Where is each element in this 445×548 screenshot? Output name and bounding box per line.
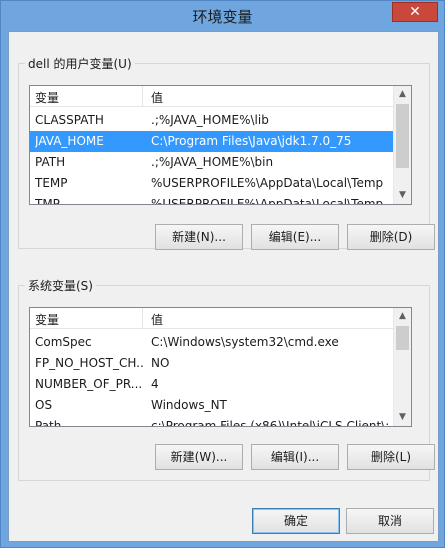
column-header-variable[interactable]: 变量	[35, 89, 59, 106]
system-variables-list[interactable]: 变量 值 ComSpec C:\Windows\system32\cmd.exe…	[29, 307, 412, 427]
variable-value: c:\Program Files (x86)\Intel\iCLS Client…	[151, 419, 395, 427]
scroll-up-arrow-icon[interactable]: ▲	[394, 86, 411, 103]
variable-name: NUMBER_OF_PR...	[35, 377, 143, 391]
list-item[interactable]: Path c:\Program Files (x86)\Intel\iCLS C…	[30, 416, 395, 427]
variable-value: .;%JAVA_HOME%\lib	[151, 113, 269, 127]
ok-button[interactable]: 确定	[252, 508, 340, 534]
list-item[interactable]: OS Windows_NT	[30, 395, 395, 416]
user-delete-button[interactable]: 删除(D)	[347, 224, 435, 250]
column-separator[interactable]	[142, 86, 143, 106]
variable-value: %USERPROFILE%\AppData\Local\Temp	[151, 176, 384, 190]
vertical-scrollbar[interactable]: ▲ ▼	[393, 86, 411, 204]
user-edit-button[interactable]: 编辑(E)...	[251, 224, 339, 250]
list-item-selected[interactable]: JAVA_HOME C:\Program Files\Java\jdk1.7.0…	[30, 131, 395, 152]
variable-name: ComSpec	[35, 335, 92, 349]
variable-name: Path	[35, 419, 62, 427]
list-item[interactable]: TMP %USERPROFILE%\AppData\Local\Temp	[30, 194, 395, 205]
list-item[interactable]: FP_NO_HOST_CH... NO	[30, 353, 395, 374]
close-button[interactable]: ✕	[392, 2, 438, 22]
variable-value: Windows_NT	[151, 398, 227, 412]
scroll-up-arrow-icon[interactable]: ▲	[394, 308, 411, 325]
cancel-button[interactable]: 取消	[346, 508, 434, 534]
system-delete-button[interactable]: 删除(L)	[347, 444, 435, 470]
system-variables-header: 变量 值	[30, 308, 395, 329]
system-edit-button[interactable]: 编辑(I)...	[251, 444, 339, 470]
variable-value: NO	[151, 356, 170, 370]
list-item[interactable]: TEMP %USERPROFILE%\AppData\Local\Temp	[30, 173, 395, 194]
variable-name: OS	[35, 398, 53, 412]
system-variables-group: 系统变量(S) 变量 值 ComSpec C:\Windows\system32…	[18, 277, 435, 481]
variable-name: JAVA_HOME	[35, 134, 104, 148]
dialog-client-area: dell 的用户变量(U) 变量 值 CLASSPATH .;%JAVA_HOM…	[8, 31, 439, 542]
user-variables-header: 变量 值	[30, 86, 395, 107]
list-item[interactable]: CLASSPATH .;%JAVA_HOME%\lib	[30, 110, 395, 131]
variable-name: PATH	[35, 155, 66, 169]
column-separator[interactable]	[142, 308, 143, 328]
window-title: 环境变量	[192, 8, 253, 26]
variable-name: TEMP	[35, 176, 68, 190]
close-icon: ✕	[409, 4, 421, 20]
variable-value: C:\Program Files\Java\jdk1.7.0_75	[151, 134, 352, 148]
scroll-thumb[interactable]	[396, 326, 409, 350]
column-header-variable[interactable]: 变量	[35, 311, 59, 328]
title-bar[interactable]: 环境变量 ✕	[1, 1, 444, 31]
variable-value: .;%JAVA_HOME%\bin	[151, 155, 274, 169]
user-variables-label: dell 的用户变量(U)	[25, 55, 135, 72]
variable-name: TMP	[35, 197, 60, 205]
scroll-down-arrow-icon[interactable]: ▼	[394, 187, 411, 204]
variable-name: CLASSPATH	[35, 113, 104, 127]
variable-value: 4	[151, 377, 159, 391]
environment-variables-dialog: 环境变量 ✕ dell 的用户变量(U) 变量 值 CLASSPATH .;%J…	[0, 0, 445, 548]
variable-value: C:\Windows\system32\cmd.exe	[151, 335, 339, 349]
list-item[interactable]: NUMBER_OF_PR... 4	[30, 374, 395, 395]
list-item[interactable]: ComSpec C:\Windows\system32\cmd.exe	[30, 332, 395, 353]
user-variables-group: dell 的用户变量(U) 变量 值 CLASSPATH .;%JAVA_HOM…	[18, 55, 435, 250]
user-new-button[interactable]: 新建(N)...	[155, 224, 243, 250]
variable-value: %USERPROFILE%\AppData\Local\Temp	[151, 197, 384, 205]
list-item[interactable]: PATH .;%JAVA_HOME%\bin	[30, 152, 395, 173]
system-new-button[interactable]: 新建(W)...	[155, 444, 243, 470]
column-header-value[interactable]: 值	[151, 89, 163, 106]
system-variables-label: 系统变量(S)	[25, 277, 96, 294]
variable-name: FP_NO_HOST_CH...	[35, 356, 143, 370]
scroll-down-arrow-icon[interactable]: ▼	[394, 409, 411, 426]
scroll-thumb[interactable]	[396, 104, 409, 168]
column-header-value[interactable]: 值	[151, 311, 163, 328]
vertical-scrollbar[interactable]: ▲ ▼	[393, 308, 411, 426]
user-variables-list[interactable]: 变量 值 CLASSPATH .;%JAVA_HOME%\lib JAVA_HO…	[29, 85, 412, 205]
